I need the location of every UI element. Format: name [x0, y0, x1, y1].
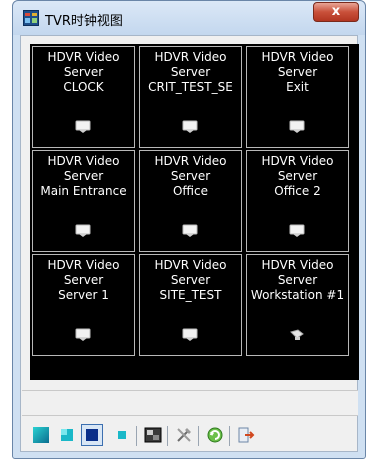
tile-line-1: HDVR Video — [47, 50, 120, 64]
tile-server-name: Exit — [286, 80, 309, 94]
server-tile[interactable]: HDVR Video Server CLOCK — [32, 46, 135, 148]
tile-server-name: Workstation #1 — [250, 288, 345, 302]
view-tiny-icon[interactable] — [113, 426, 131, 444]
camera-icon — [75, 224, 91, 237]
view-small-icon — [86, 429, 98, 441]
tile-line-2: Server — [170, 273, 211, 287]
tile-line-2: Server — [170, 169, 211, 183]
camera-icon — [75, 120, 91, 133]
tile-line-1: HDVR Video — [154, 258, 227, 272]
tile-line-1: HDVR Video — [261, 154, 334, 168]
camera-icon — [289, 120, 305, 133]
camera-icon — [182, 328, 198, 341]
tile-server-name: SITE_TEST — [159, 288, 222, 302]
tools-icon[interactable] — [175, 426, 193, 444]
tile-line-2: Server — [63, 169, 104, 183]
refresh-icon[interactable] — [206, 426, 224, 444]
server-tile[interactable]: HDVR Video Server Office 2 — [246, 150, 349, 252]
server-tile[interactable]: HDVR Video Server Exit — [246, 46, 349, 148]
camera-icon — [182, 224, 198, 237]
toolbar-divider — [167, 426, 168, 446]
camera-alt-icon — [290, 329, 304, 340]
tile-line-1: HDVR Video — [154, 154, 227, 168]
camera-icon — [182, 120, 198, 133]
close-button[interactable]: x — [313, 2, 359, 22]
display-mode-icon[interactable] — [144, 426, 162, 444]
tvr-clock-view-window: TVR时钟视图 x HDVR Video Server CLOCK HDVR V… — [12, 0, 366, 459]
bottom-toolbar — [21, 422, 357, 448]
tile-line-1: HDVR Video — [261, 258, 334, 272]
title-bar[interactable]: TVR时钟视图 x — [13, 1, 365, 35]
toolbar-divider — [229, 426, 230, 446]
view-large-icon[interactable] — [32, 426, 50, 444]
view-small-button[interactable] — [81, 424, 103, 446]
tile-server-name: Main Entrance — [40, 184, 127, 198]
tile-server-name: Office — [172, 184, 209, 198]
tile-server-name: CRIT_TEST_SE — [148, 80, 233, 94]
tile-server-name: Office 2 — [274, 184, 321, 198]
tile-line-1: HDVR Video — [154, 50, 227, 64]
client-area: HDVR Video Server CLOCK HDVR Video Serve… — [20, 35, 359, 452]
tile-line-1: HDVR Video — [261, 50, 334, 64]
tile-line-2: Server — [170, 65, 211, 79]
server-tile[interactable]: HDVR Video Server CRIT_TEST_SE — [139, 46, 242, 148]
toolbar-divider — [136, 426, 137, 446]
window-title: TVR时钟视图 — [45, 14, 123, 29]
server-tile[interactable]: HDVR Video Server Office — [139, 150, 242, 252]
server-tile[interactable]: HDVR Video Server Main Entrance — [32, 150, 135, 252]
server-tile[interactable]: HDVR Video Server Server 1 — [32, 254, 135, 356]
server-tile-grid: HDVR Video Server CLOCK HDVR Video Serve… — [30, 44, 359, 380]
tile-line-1: HDVR Video — [47, 258, 120, 272]
status-bar — [22, 390, 358, 416]
toolbar-divider — [198, 426, 199, 446]
tile-server-name: Server 1 — [58, 288, 109, 302]
camera-icon — [75, 328, 91, 341]
camera-icon — [289, 224, 305, 237]
tile-line-2: Server — [277, 169, 318, 183]
server-tile[interactable]: HDVR Video Server Workstation #1 — [246, 254, 349, 356]
tile-line-2: Server — [63, 273, 104, 287]
app-icon — [23, 10, 39, 26]
server-tile[interactable]: HDVR Video Server SITE_TEST — [139, 254, 242, 356]
tile-line-1: HDVR Video — [47, 154, 120, 168]
tile-line-2: Server — [277, 273, 318, 287]
tile-line-2: Server — [277, 65, 318, 79]
tile-line-2: Server — [63, 65, 104, 79]
export-icon[interactable] — [237, 426, 255, 444]
view-medium-icon[interactable] — [58, 426, 76, 444]
tile-server-name: CLOCK — [63, 80, 104, 94]
